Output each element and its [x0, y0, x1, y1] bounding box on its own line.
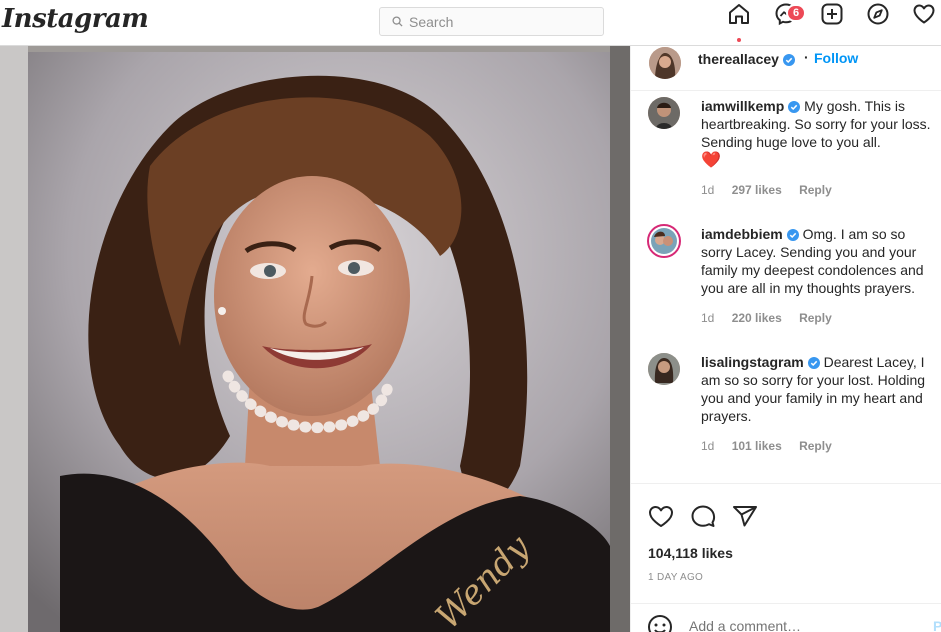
top-nav: Instagram Search 6 — [0, 0, 941, 46]
comment-username[interactable]: iamdebbiem — [701, 226, 783, 242]
commenter-avatar[interactable] — [648, 353, 680, 385]
verified-badge-icon — [788, 101, 801, 113]
comment-meta: 1d 297 likes Reply — [701, 183, 846, 197]
comment-likes[interactable]: 220 likes — [732, 311, 782, 325]
home-icon[interactable] — [725, 0, 753, 28]
owner-username-text: thereallacey — [698, 51, 779, 67]
new-post-icon[interactable] — [818, 0, 846, 28]
comment-username[interactable]: iamwillkemp — [701, 98, 784, 114]
reply-button[interactable]: Reply — [799, 439, 832, 453]
share-send-icon[interactable] — [731, 502, 759, 530]
notification-badge: 6 — [786, 4, 806, 22]
like-count[interactable]: 104,118 likes — [648, 545, 733, 561]
comment-text: iamwillkemp My gosh. This is heartbreaki… — [701, 97, 937, 170]
verified-badge-icon — [782, 54, 795, 66]
comment-text: lisalingstagram Dearest Lacey, I am so s… — [701, 353, 937, 425]
red-heart-emoji: ❤️ — [701, 152, 721, 169]
activity-heart-icon[interactable] — [910, 0, 938, 28]
search-box[interactable]: Search — [379, 7, 604, 36]
reply-button[interactable]: Reply — [799, 311, 832, 325]
home-active-dot — [737, 38, 741, 42]
verified-badge-icon — [807, 357, 820, 369]
comment-text: iamdebbiem Omg. I am so so sorry Lacey. … — [701, 225, 937, 297]
comment-likes[interactable]: 297 likes — [732, 183, 782, 197]
search-input[interactable]: Search — [409, 14, 453, 30]
reply-button[interactable]: Reply — [799, 183, 832, 197]
portrait-image: Wendy — [0, 46, 630, 632]
emoji-icon[interactable] — [647, 614, 673, 632]
owner-avatar[interactable] — [649, 47, 681, 79]
verified-badge-icon — [786, 229, 799, 241]
post-date[interactable]: 1 DAY AGO — [648, 572, 703, 583]
add-comment-input[interactable] — [689, 618, 909, 632]
search-icon — [392, 16, 403, 27]
comment-meta: 1d 220 likes Reply — [701, 311, 846, 325]
post-actions: 104,118 likes 1 DAY AGO P — [631, 483, 941, 632]
post-photo[interactable]: Wendy — [0, 46, 630, 632]
commenter-avatar-story-ring[interactable] — [647, 224, 681, 258]
post-comment-button[interactable]: P — [933, 618, 941, 632]
explore-icon[interactable] — [864, 0, 892, 28]
like-heart-icon[interactable] — [647, 502, 675, 530]
comment-age: 1d — [701, 183, 715, 197]
separator-dot: · — [804, 49, 809, 65]
owner-username[interactable]: thereallacey — [698, 51, 795, 67]
add-comment-bar: P — [631, 603, 941, 632]
comment-age: 1d — [701, 311, 715, 325]
post-header: thereallacey · Follow — [631, 46, 941, 91]
comment-age: 1d — [701, 439, 715, 453]
instagram-logo[interactable]: Instagram — [2, 4, 149, 34]
commenter-avatar[interactable] — [648, 97, 680, 129]
comment-username[interactable]: lisalingstagram — [701, 354, 804, 370]
comment-likes[interactable]: 101 likes — [732, 439, 782, 453]
comment-bubble-icon[interactable] — [689, 502, 717, 530]
comment-meta: 1d 101 likes Reply — [701, 439, 846, 453]
follow-button[interactable]: Follow — [814, 50, 858, 66]
post-side-panel: thereallacey · Follow iamwillkemp My gos… — [630, 46, 941, 632]
